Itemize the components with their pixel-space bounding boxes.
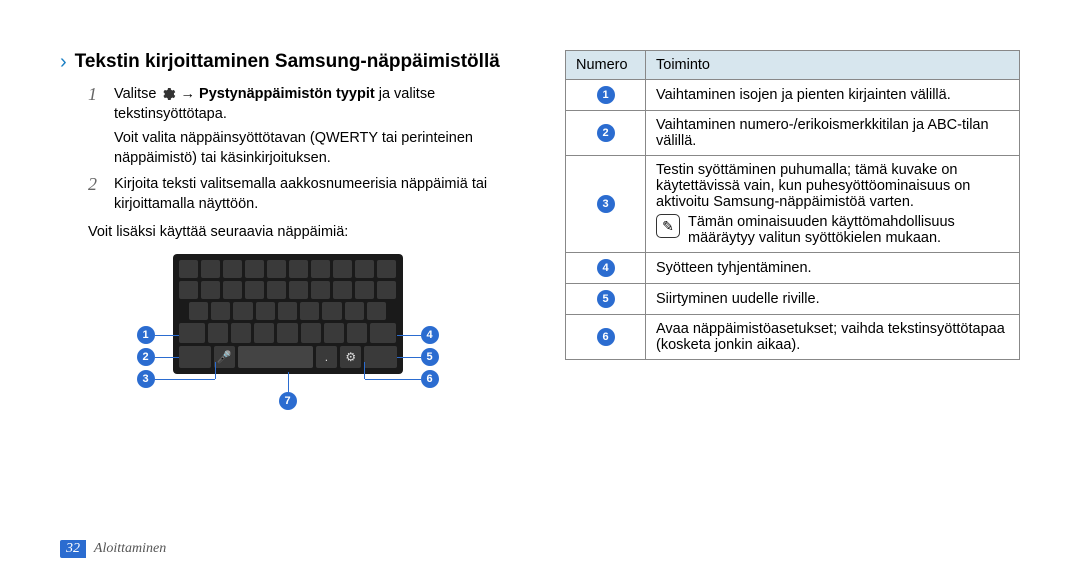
table-head-function: Toiminto [646,51,1020,80]
callout-7: 7 [279,392,297,410]
arrow-right-icon: → [181,86,196,102]
callout-6: 6 [421,370,439,388]
callout-2: 2 [137,348,155,366]
table-row: 6 Avaa näppäimistöasetukset; vaihda teks… [566,315,1020,360]
table-head-number: Numero [566,51,646,80]
note-icon: ✎ [656,214,680,238]
step-number: 1 [88,84,102,168]
row-text: Avaa näppäimistöasetukset; vaihda teksti… [646,315,1020,360]
row-text: Vaihtaminen isojen ja pienten kirjainten… [646,80,1020,111]
page-footer: 32 Aloittaminen [60,539,166,558]
table-row: 1 Vaihtaminen isojen ja pienten kirjaint… [566,80,1020,111]
callout-4: 4 [421,326,439,344]
table-row: 2 Vaihtaminen numero-/erikoismerkkitilan… [566,111,1020,156]
table-row: 5 Siirtyminen uudelle riville. [566,284,1020,315]
heading-text: Tekstin kirjoittaminen Samsung-näppäimis… [75,50,500,74]
table-row: 4 Syötteen tyhjentäminen. [566,253,1020,284]
mic-icon: 🎤 [214,346,235,368]
callout-5: 5 [421,348,439,366]
section-heading: › Tekstin kirjoittaminen Samsung-näppäim… [60,50,515,74]
row-text: Syötteen tyhjentäminen. [646,253,1020,284]
step-2: 2 Kirjoita teksti valitsemalla aakkosnum… [88,174,515,214]
table-row: 3 Testin syöttäminen puhumalla; tämä kuv… [566,156,1020,253]
row-number: 5 [597,290,615,308]
function-table: Numero Toiminto 1 Vaihtaminen isojen ja … [565,50,1020,360]
callout-3: 3 [137,370,155,388]
step2-text: Kirjoita teksti valitsemalla aakkosnumee… [114,174,515,214]
section-name: Aloittaminen [94,541,166,556]
step1-sub: Voit valita näppäinsyöttötavan (QWERTY t… [114,128,515,168]
extra-text: Voit lisäksi käyttää seuraavia näppäimiä… [88,222,515,242]
row-number: 2 [597,124,615,142]
row-number: 3 [597,195,615,213]
row-text: Testin syöttäminen puhumalla; tämä kuvak… [656,162,1009,210]
row-note: Tämän ominaisuuden käyttömahdollisuus mä… [688,214,1009,246]
step-1: 1 Valitse → Pystynäppäimistön tyypit ja … [88,84,515,168]
step1-bold: Pystynäppäimistön tyypit [199,86,375,102]
callout-1: 1 [137,326,155,344]
row-number: 6 [597,328,615,346]
row-number: 1 [597,86,615,104]
gear-icon: ⚙ [340,346,361,368]
chevron-right-icon: › [60,50,67,74]
row-text: Siirtyminen uudelle riville. [646,284,1020,315]
gear-icon [160,86,176,102]
page-number: 32 [60,540,86,558]
step-number: 2 [88,174,102,214]
keyboard-image: 🎤 . ⚙ [173,254,403,374]
row-text: Vaihtaminen numero-/erikoismerkkitilan j… [646,111,1020,156]
row-number: 4 [597,259,615,277]
step1-pre: Valitse [114,86,160,102]
